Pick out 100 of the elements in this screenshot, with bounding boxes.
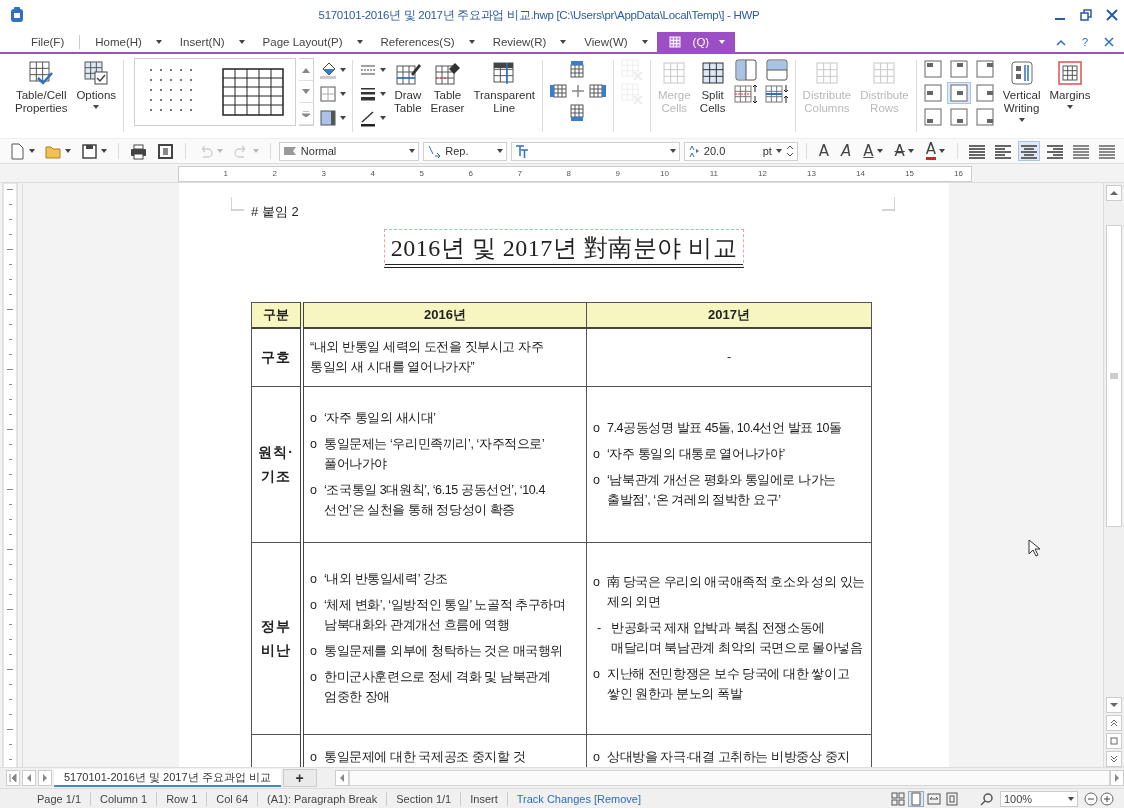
ribbon-button[interactable]: Options xyxy=(73,58,120,111)
ribbon-button[interactable]: Table/Cell Properties xyxy=(12,58,71,117)
cell-align-button[interactable] xyxy=(946,82,971,104)
view-mode-button[interactable] xyxy=(908,790,924,807)
cell-align-icon xyxy=(923,108,942,126)
caret-icon xyxy=(1066,105,1073,109)
menu-tab[interactable]: View(W) xyxy=(575,32,657,52)
close-document-icon[interactable] xyxy=(1104,37,1114,47)
caret-icon xyxy=(775,149,782,153)
format-button[interactable]: A xyxy=(921,141,950,161)
ribbon-icon-button[interactable] xyxy=(317,60,349,80)
caret-icon xyxy=(101,149,107,153)
ruler-number: 5 xyxy=(418,168,424,180)
horizontal-scrollbar[interactable] xyxy=(348,770,1110,786)
scroll-up-button[interactable] xyxy=(1106,185,1122,201)
page-select-icon xyxy=(1110,737,1118,745)
format-button[interactable]: A xyxy=(890,141,918,161)
text-align-icon xyxy=(1046,142,1065,160)
zoom-in-icon[interactable] xyxy=(1100,791,1114,806)
scroll-left-button[interactable] xyxy=(334,770,349,786)
cell-text: ‘조국통일 3대원칙’, ‘6.15 공동선언’, ‘10.4 선언’은 실천을 통해 정당성이 확증 xyxy=(324,482,546,519)
row-header: 구호 xyxy=(260,348,292,368)
line-color-icon xyxy=(359,109,378,127)
format-button[interactable]: A xyxy=(837,141,856,161)
cell-text: 한미군사훈련으로 정세 격화 및 남북관계 엄중한 장애 xyxy=(324,669,552,706)
view-mode-button[interactable] xyxy=(944,790,960,807)
ribbon-button[interactable]: Split Cells xyxy=(696,58,729,117)
bullet-marker: o xyxy=(310,436,318,453)
font-icon xyxy=(515,144,529,158)
format-button[interactable]: A xyxy=(859,141,887,161)
ruler-number: 15 xyxy=(904,168,914,180)
track-changes-link[interactable]: Track Changes [Remove] xyxy=(507,792,651,805)
bullet-marker: o xyxy=(310,597,318,614)
ribbon-button[interactable]: Table Eraser xyxy=(427,58,468,117)
menu-tab[interactable]: Review(R) xyxy=(483,32,576,52)
first-sheet-button[interactable] xyxy=(6,770,20,786)
caret-icon xyxy=(380,116,387,120)
ribbon-button[interactable]: Draw Table xyxy=(391,58,425,117)
caret-icon xyxy=(497,149,503,153)
insert-row-above-icon xyxy=(569,60,587,78)
ruler-number: 1 xyxy=(222,168,228,180)
scroll-thumb[interactable] xyxy=(1106,225,1122,527)
ribbon-button[interactable]: Vertical Writing xyxy=(999,58,1044,124)
status-field: (A1): Paragraph Break xyxy=(258,791,388,806)
sheet-tab[interactable]: 5170101-2016년 및 2017년 주요과업 비교 xyxy=(54,769,281,787)
bullet-marker: o xyxy=(310,410,318,427)
menu-tab[interactable]: Page Layout(P) xyxy=(253,32,372,52)
align-button[interactable] xyxy=(1018,141,1041,161)
ribbon-button[interactable]: Transparent Line xyxy=(470,58,538,117)
view-mode-button[interactable] xyxy=(926,790,942,807)
add-tab-button[interactable]: + xyxy=(282,769,317,787)
previous-sheet-button[interactable] xyxy=(22,770,36,786)
dropdown-field[interactable] xyxy=(511,141,680,161)
window-title: 5170101-2016년 및 2017년 주요과업 비교.hwp [C:\Users\pr\AppData\Local\Temp\] - HWP xyxy=(317,7,761,23)
next-page-button[interactable] xyxy=(1106,751,1122,767)
caret-icon xyxy=(641,40,648,44)
font-size-field[interactable]: 20.0 pt xyxy=(683,141,798,161)
dropdown-field[interactable]: Rep. xyxy=(423,141,507,161)
zoom-field[interactable]: 100% xyxy=(1000,790,1078,807)
caret-icon xyxy=(907,149,914,153)
ribbon-icon-button[interactable] xyxy=(317,108,349,128)
grid-table-style-icon[interactable] xyxy=(220,65,285,119)
ruler-number: 16 xyxy=(953,168,963,180)
menu-tab[interactable]: File(F) xyxy=(22,32,74,52)
menu-tab[interactable]: References(S) xyxy=(371,32,484,52)
paint-bucket-icon xyxy=(319,61,338,79)
ribbon-button[interactable]: Margins xyxy=(1046,58,1094,111)
restore-icon[interactable] xyxy=(1080,9,1092,21)
cell-align-icon xyxy=(975,108,994,126)
single-page-icon xyxy=(909,791,923,806)
insert-row-below-icon xyxy=(569,104,587,122)
zoom-out-icon[interactable] xyxy=(1084,791,1098,806)
column-header: 2017년 xyxy=(586,302,872,328)
app-logo-icon xyxy=(10,7,24,23)
menu-tab[interactable]: Home(H) xyxy=(86,32,171,52)
cell-text: 南 당국은 우리의 애국애족적 호소와 성의 있는 제의 외면 xyxy=(607,574,865,611)
help-button[interactable]: ? xyxy=(1081,36,1088,48)
scroll-down-button[interactable] xyxy=(1106,697,1122,713)
bullet-marker: o xyxy=(310,748,318,766)
table-style-gallery[interactable] xyxy=(134,58,297,126)
caret-icon xyxy=(468,40,475,44)
caret-icon xyxy=(238,40,245,44)
horizontal-ruler[interactable]: 1 2 3 4 5 6 7 8 9 10 11 12 13 14 15 16 xyxy=(178,166,972,182)
next-sheet-button[interactable] xyxy=(38,770,52,786)
scroll-right-button[interactable] xyxy=(1110,770,1124,786)
menu-tab[interactable]: (Q) xyxy=(656,32,736,52)
ruler-number: 8 xyxy=(565,168,571,180)
collapse-ribbon-icon[interactable] xyxy=(1055,38,1066,46)
spinner-icon[interactable] xyxy=(785,144,794,158)
cell-align-icon xyxy=(949,84,968,102)
dropdown-field[interactable]: Normal xyxy=(278,141,420,161)
menu-tab[interactable]: Insert(N) xyxy=(170,32,254,52)
cell-text: 반공화국 제재 압박과 북침 전쟁소동에 매달리며 북남관계 최악의 국면으로 몰아넣음 xyxy=(611,620,864,657)
caret-icon xyxy=(1068,796,1074,801)
text-align-icon xyxy=(1072,142,1091,160)
format-button[interactable]: A xyxy=(814,141,834,161)
caret-icon xyxy=(380,92,387,96)
view-mode-button[interactable] xyxy=(890,790,906,807)
previous-page-button[interactable] xyxy=(1106,715,1122,731)
close-icon[interactable] xyxy=(1106,9,1118,21)
